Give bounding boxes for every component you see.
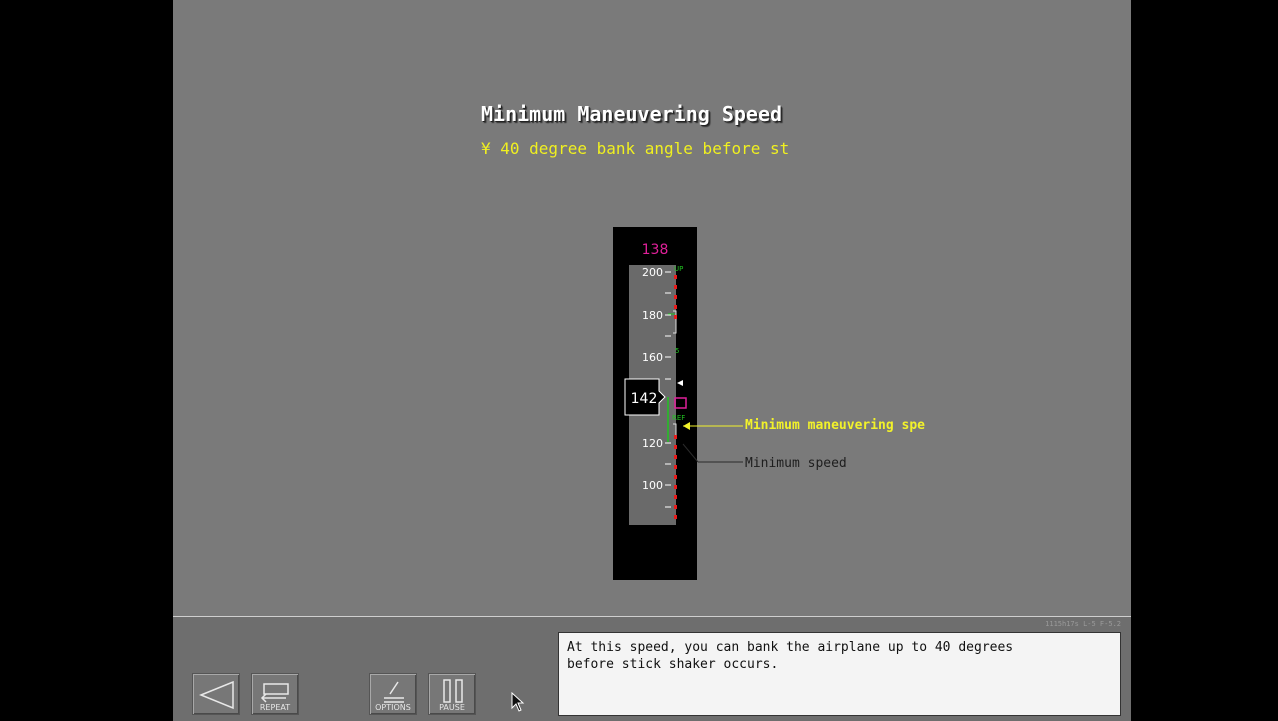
control-bar: 1115h17s L-5 F-5.2 REPEAT OPTIONS PAUSE … — [173, 616, 1131, 721]
caption-line-1: At this speed, you can bank the airplane… — [567, 640, 1014, 655]
options-label: OPTIONS — [375, 703, 411, 712]
callout-min-maneuvering: Minimum maneuvering spe — [745, 418, 926, 433]
pause-label: PAUSE — [439, 703, 465, 712]
repeat-button[interactable]: REPEAT — [251, 673, 299, 715]
back-button[interactable] — [192, 673, 240, 715]
callout-min-speed: Minimum speed — [745, 456, 847, 471]
caption-line-2: before stick shaker occurs. — [567, 657, 779, 672]
callout-lines — [682, 422, 743, 463]
status-code: 1115h17s L-5 F-5.2 — [1045, 620, 1121, 628]
mouse-pointer-icon — [511, 692, 525, 712]
narration-caption: At this speed, you can bank the airplane… — [558, 632, 1121, 716]
lesson-stage: Minimum Maneuvering Speed ¥ 40 degree ba… — [173, 0, 1131, 616]
back-arrow-icon — [199, 680, 234, 710]
pause-button[interactable]: PAUSE — [428, 673, 476, 715]
options-button[interactable]: OPTIONS — [369, 673, 417, 715]
repeat-label: REPEAT — [259, 703, 291, 712]
